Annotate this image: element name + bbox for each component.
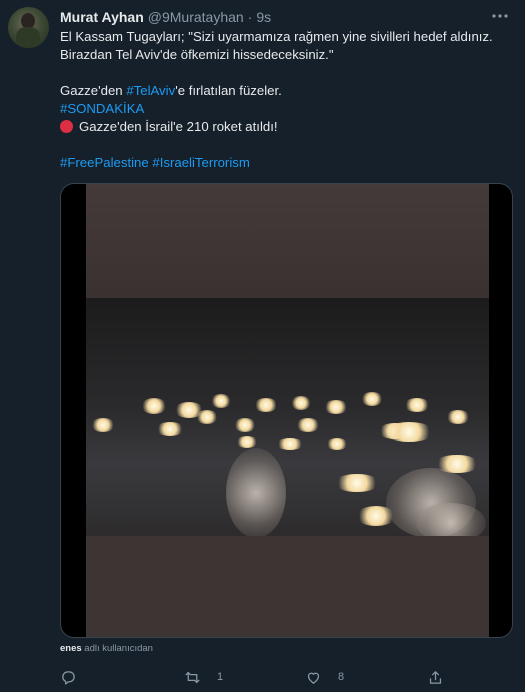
- rocket-light: [446, 410, 470, 424]
- rocket-light: [296, 418, 320, 432]
- text-line-6: #FreePalestine #IsraeliTerrorism: [60, 154, 512, 172]
- video-top-band: [86, 184, 489, 298]
- author-name[interactable]: Murat Ayhan: [60, 9, 144, 25]
- attribution-text: adlı kullanıcıdan: [81, 643, 153, 654]
- tweet-header: Murat Ayhan @9Muratayhan · 9s: [60, 8, 271, 26]
- hashtag-israeliterrorism[interactable]: #IsraeliTerrorism: [152, 155, 249, 170]
- rocket-light: [141, 398, 167, 414]
- text-line-5-text: Gazze'den İsrail'e 210 roket atıldı!: [79, 119, 278, 134]
- hashtag-telaviv[interactable]: #TelAviv: [126, 83, 175, 98]
- text-line-3-suffix: 'e fırlatılan füzeler.: [175, 83, 282, 98]
- rocket-light: [196, 410, 218, 424]
- rocket-light: [384, 422, 434, 442]
- retweet-count: 1: [217, 671, 224, 683]
- text-line-3: Gazze'den #TelAviv'e fırlatılan füzeler.: [60, 82, 512, 100]
- video-bottom-band: [86, 536, 489, 637]
- hashtag-sondakika[interactable]: #SONDAKİKA: [60, 101, 144, 116]
- rocket-light: [91, 418, 115, 432]
- author-handle[interactable]: @9Muratayhan: [148, 9, 244, 25]
- like-button[interactable]: 8: [305, 666, 344, 688]
- avatar[interactable]: [8, 7, 49, 48]
- text-line-1: El Kassam Tugayları; "Sizi uyarmamıza ra…: [60, 29, 493, 44]
- text-line-2: Birazdan Tel Aviv'de öfkemizi hissedecek…: [60, 47, 334, 62]
- tweet-time[interactable]: 9s: [256, 9, 271, 25]
- rocket-light: [211, 394, 231, 408]
- action-bar: 1 8: [60, 666, 460, 688]
- like-count: 8: [338, 671, 345, 683]
- video-media[interactable]: [60, 183, 513, 638]
- rocket-light: [324, 400, 348, 414]
- red-circle-icon: [60, 120, 73, 133]
- avatar-body: [16, 27, 40, 48]
- text-line-5: Gazze'den İsrail'e 210 roket atıldı!: [60, 118, 512, 136]
- rocket-light: [234, 418, 256, 432]
- video-frame[interactable]: [86, 184, 489, 637]
- share-button[interactable]: [427, 666, 444, 688]
- reply-button[interactable]: [60, 666, 93, 688]
- header-separator: ·: [247, 9, 253, 25]
- rocket-light: [276, 438, 304, 450]
- more-icon[interactable]: [489, 7, 511, 25]
- rocket-light: [404, 398, 430, 412]
- rocket-light: [334, 474, 380, 492]
- tweet[interactable]: Murat Ayhan @9Muratayhan · 9s El Kassam …: [0, 0, 525, 692]
- rocket-light: [156, 422, 184, 436]
- reply-icon: [62, 670, 75, 685]
- attribution-user[interactable]: enes: [60, 643, 82, 654]
- retweet-icon: [185, 671, 200, 683]
- retweet-button[interactable]: 1: [184, 666, 223, 688]
- text-line-3-prefix: Gazze'den: [60, 83, 127, 98]
- tweet-text: El Kassam Tugayları; "Sizi uyarmamıza ra…: [60, 28, 512, 172]
- rocket-light: [291, 396, 311, 410]
- text-line-4: #SONDAKİKA: [60, 100, 512, 118]
- like-icon: [307, 672, 320, 684]
- smoke-cloud: [226, 448, 286, 538]
- share-icon: [429, 670, 442, 684]
- rocket-light: [326, 438, 348, 450]
- video-scene: [86, 298, 489, 543]
- rocket-light: [361, 392, 383, 406]
- rocket-light: [254, 398, 278, 412]
- media-attribution: enes adlı kullanıcıdan: [60, 643, 153, 654]
- rocket-light: [236, 436, 258, 448]
- hashtag-freepalestine[interactable]: #FreePalestine: [60, 155, 149, 170]
